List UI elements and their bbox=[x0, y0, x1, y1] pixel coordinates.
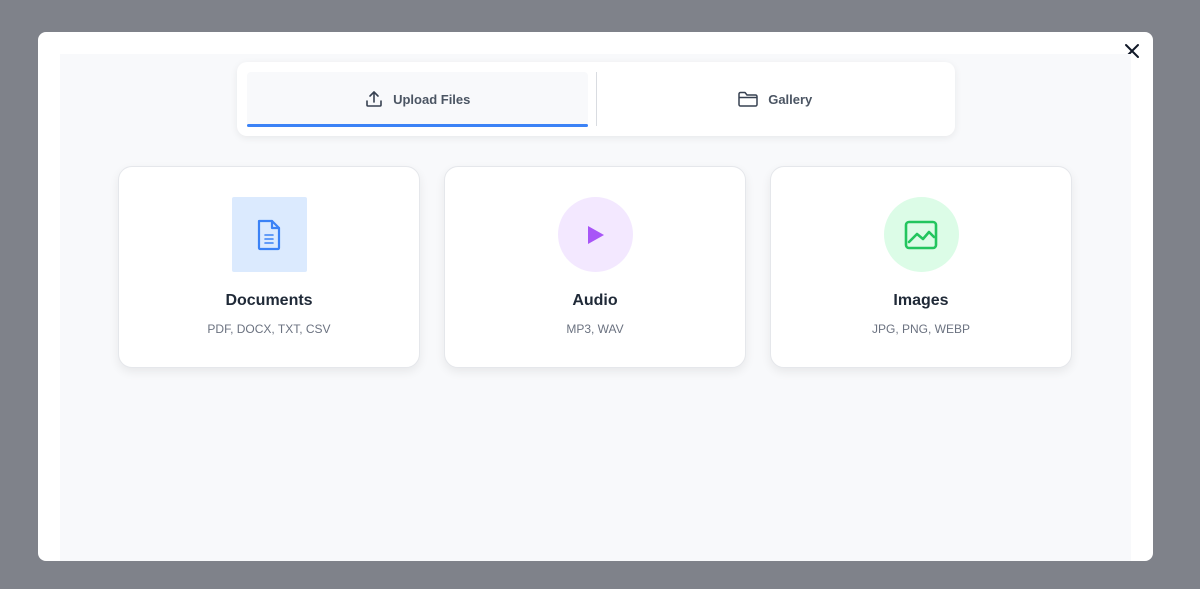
card-title: Documents bbox=[225, 292, 313, 309]
tab-bar: Upload Files Gallery bbox=[237, 62, 955, 136]
play-icon bbox=[588, 225, 604, 244]
card-formats: PDF, DOCX, TXT, CSV bbox=[207, 322, 331, 336]
card-audio[interactable]: Audio MP3, WAV bbox=[444, 166, 746, 368]
icon-container bbox=[557, 197, 633, 272]
card-documents[interactable]: Documents PDF, DOCX, TXT, CSV bbox=[118, 166, 420, 368]
modal-content: Upload Files Gallery Documents PDF, DOCX… bbox=[60, 54, 1131, 561]
folder-icon bbox=[738, 91, 758, 107]
tab-label: Upload Files bbox=[393, 91, 471, 107]
tab-divider bbox=[595, 72, 597, 126]
image-icon bbox=[904, 220, 938, 249]
document-icon bbox=[257, 219, 281, 250]
card-formats: JPG, PNG, WEBP bbox=[871, 322, 970, 336]
card-images[interactable]: Images JPG, PNG, WEBP bbox=[770, 166, 1072, 368]
tab-label: Gallery bbox=[768, 91, 813, 107]
upload-type-cards: Documents PDF, DOCX, TXT, CSV Audio MP3,… bbox=[118, 166, 1072, 368]
upload-modal: Upload Files Gallery Documents PDF, DOCX… bbox=[38, 32, 1153, 561]
card-formats: MP3, WAV bbox=[566, 322, 624, 336]
icon-container bbox=[231, 197, 307, 272]
icon-container bbox=[883, 197, 959, 272]
upload-icon bbox=[366, 91, 382, 107]
tab-upload-files[interactable]: Upload Files bbox=[247, 72, 588, 127]
card-title: Images bbox=[893, 292, 949, 309]
card-title: Audio bbox=[572, 292, 618, 309]
tab-gallery[interactable]: Gallery bbox=[605, 72, 946, 126]
